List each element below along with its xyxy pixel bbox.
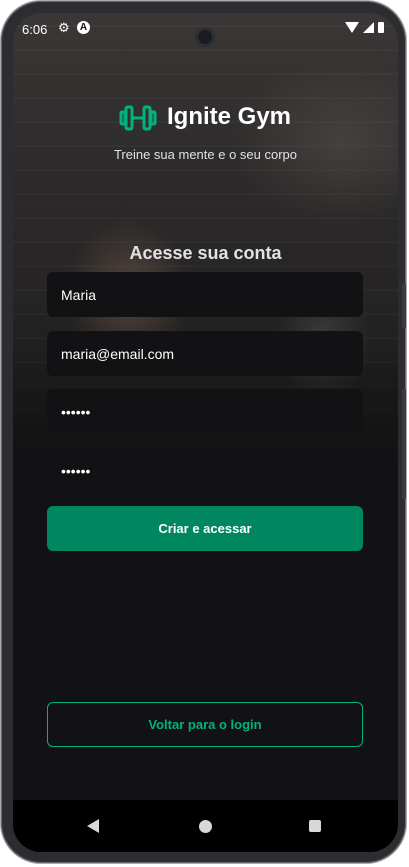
phone-frame: 6:06 ⚙ A Ignite Gym Treine sua mente e o… xyxy=(1,1,406,863)
brand-header: Ignite Gym xyxy=(13,99,398,139)
app-title: Ignite Gym xyxy=(167,103,292,130)
power-button xyxy=(402,283,406,329)
home-icon[interactable] xyxy=(199,820,212,833)
form-heading: Acesse sua conta xyxy=(129,243,282,263)
back-icon[interactable] xyxy=(87,819,99,833)
gear-icon: ⚙ xyxy=(58,20,70,35)
status-time: 6:06 xyxy=(22,22,48,37)
camera-cutout xyxy=(195,27,215,47)
password-input[interactable] xyxy=(47,389,363,434)
create-account-button[interactable]: Criar e acessar xyxy=(47,506,363,551)
app-screen: 6:06 ⚙ A Ignite Gym Treine sua mente e o… xyxy=(13,13,398,852)
confirm-password-input[interactable] xyxy=(47,448,363,493)
status-bar: 6:06 ⚙ A xyxy=(13,13,398,47)
system-nav-bar xyxy=(13,800,398,852)
wifi-icon xyxy=(345,22,359,33)
a-icon: A xyxy=(77,21,90,34)
signal-icon xyxy=(363,22,374,33)
back-to-login-button[interactable]: Voltar para o login xyxy=(47,702,363,747)
battery-icon xyxy=(378,22,384,33)
email-input[interactable] xyxy=(47,331,363,376)
status-right xyxy=(345,22,384,33)
name-input[interactable] xyxy=(47,272,363,317)
app-subtitle: Treine sua mente e o seu corpo xyxy=(113,147,298,162)
dumbbell-icon xyxy=(119,105,157,131)
recents-icon[interactable] xyxy=(309,820,321,832)
volume-button xyxy=(402,389,406,499)
